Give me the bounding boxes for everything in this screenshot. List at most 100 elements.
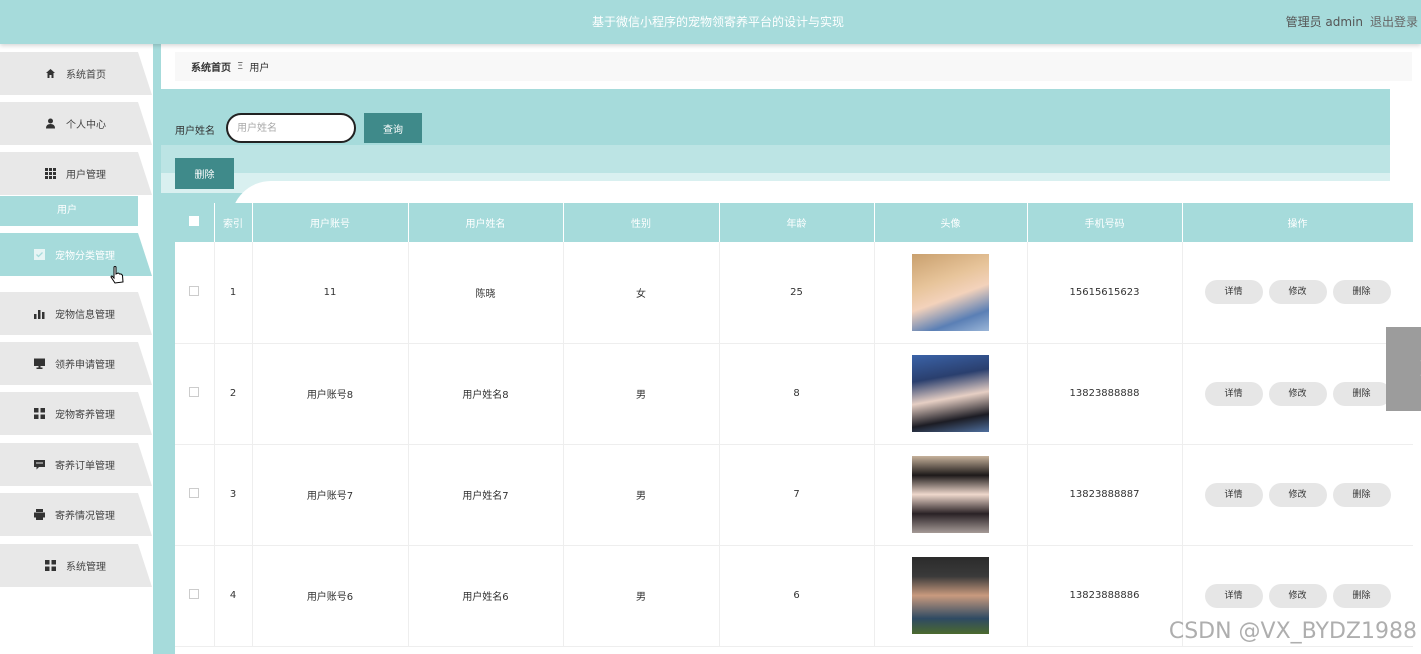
user-table: 索引 用户账号 用户姓名 性别 年龄 头像 手机号码 操作 1 11 陈晓 女 … (175, 203, 1413, 654)
cell-age: 8 (719, 343, 875, 445)
table-header-row: 索引 用户账号 用户姓名 性别 年龄 头像 手机号码 操作 (175, 203, 1413, 242)
sidebar-item-system[interactable]: 系统管理 (0, 544, 152, 587)
sidebar-item-label: 寄养情况管理 (55, 511, 115, 522)
app-title: 基于微信小程序的宠物领寄养平台的设计与实现 (591, 15, 844, 29)
column-header: 用户姓名 (408, 203, 564, 242)
cell-index: 1 (214, 242, 253, 344)
sidebar-item-label: 系统首页 (66, 70, 106, 81)
sidebar-item-label: 宠物分类管理 (55, 251, 115, 262)
detail-button[interactable]: 详情 (1204, 482, 1263, 507)
delete-button[interactable]: 删除 (1332, 381, 1391, 406)
detail-button[interactable]: 详情 (1204, 280, 1263, 305)
cell-account: 用户账号6 (252, 545, 409, 647)
column-header: 头像 (874, 203, 1028, 242)
cell-phone: 13823888887 (1027, 444, 1183, 546)
row-checkbox[interactable] (189, 285, 200, 296)
panel-band (161, 145, 1390, 173)
breadcrumb-current: 用户 (249, 63, 270, 74)
table-row: 2 用户账号8 用户姓名8 男 8 13823888888 详情 修改 删除 (175, 343, 1413, 445)
edit-button[interactable]: 修改 (1268, 583, 1327, 608)
cell-age: 7 (719, 444, 875, 546)
sidebar-item-label: 领养申请管理 (55, 360, 115, 371)
cell-index: 2 (214, 343, 253, 445)
cell-phone: 15615615623 (1027, 242, 1183, 344)
search-input[interactable] (226, 113, 356, 143)
cell-phone: 13823888888 (1027, 343, 1183, 445)
breadcrumb-home[interactable]: 系统首页 (191, 59, 231, 74)
column-header: 性别 (563, 203, 720, 242)
column-header: 手机号码 (1027, 203, 1183, 242)
cell-account: 用户账号8 (252, 343, 409, 445)
cell-name: 用户姓名8 (408, 343, 564, 445)
sidebar-item-home[interactable]: 系统首页 (0, 52, 152, 95)
delete-button[interactable]: 删除 (1332, 583, 1391, 608)
cell-gender: 男 (563, 545, 720, 647)
bar-chart-icon (34, 308, 45, 319)
sidebar-item-adoption[interactable]: 领养申请管理 (0, 342, 152, 385)
cell-phone: 13823888886 (1027, 545, 1183, 647)
table-row: 1 11 陈晓 女 25 15615615623 详情 修改 删除 (175, 242, 1413, 344)
sidebar-item-label: 宠物寄养管理 (55, 410, 115, 421)
column-header: 操作 (1182, 203, 1413, 242)
sidebar-item-pet-category[interactable]: 宠物分类管理 (0, 233, 152, 276)
sidebar-item-foster-order[interactable]: 寄养订单管理 (0, 443, 152, 486)
cell-account: 11 (252, 242, 409, 344)
bulk-delete-button[interactable]: 删除 (175, 158, 234, 189)
cell-name: 陈晓 (408, 242, 564, 344)
printer-icon (34, 509, 45, 520)
table-row: 3 用户账号7 用户姓名7 男 7 13823888887 详情 修改 删除 (175, 444, 1413, 546)
row-checkbox[interactable] (189, 488, 200, 498)
cell-name: 用户姓名7 (408, 444, 564, 546)
row-checkbox[interactable] (189, 589, 200, 599)
search-button[interactable]: 查询 (364, 113, 422, 143)
sidebar-item-label: 系统管理 (66, 562, 106, 573)
sidebar-item-label: 宠物信息管理 (55, 310, 115, 321)
cell-account: 用户账号7 (252, 444, 409, 546)
cell-gender: 男 (563, 343, 720, 445)
detail-button[interactable]: 详情 (1204, 583, 1263, 608)
sidebar-subitem-user[interactable]: 用户 (0, 196, 138, 226)
grid-icon (45, 168, 56, 179)
search-label: 用户姓名 (175, 126, 215, 137)
apps-icon (45, 560, 56, 571)
detail-button[interactable]: 详情 (1204, 381, 1263, 406)
floating-side-tab[interactable] (1386, 327, 1421, 411)
select-all-checkbox[interactable] (189, 216, 200, 226)
logout-link[interactable]: 退出登录 (1370, 13, 1418, 30)
apps-icon (34, 408, 45, 419)
edit-button[interactable]: 修改 (1268, 482, 1327, 507)
avatar (912, 355, 989, 432)
mouse-cursor-icon (110, 266, 124, 284)
cell-name: 用户姓名6 (408, 545, 564, 647)
column-header: 索引 (214, 203, 253, 242)
select-all-cell[interactable] (175, 203, 215, 242)
cell-index: 4 (214, 545, 253, 647)
delete-button[interactable]: 删除 (1332, 482, 1391, 507)
admin-user-label: 管理员 admin (1285, 15, 1363, 29)
monitor-icon (34, 358, 45, 369)
cell-age: 25 (719, 242, 875, 344)
sidebar-item-label: 用户管理 (66, 170, 106, 181)
sidebar-item-profile[interactable]: 个人中心 (0, 102, 152, 145)
sidebar-item-foster-status[interactable]: 寄养情况管理 (0, 493, 152, 536)
avatar (912, 253, 989, 331)
sidebar-item-user-manage[interactable]: 用户管理 (0, 152, 152, 195)
check-square-icon (34, 249, 45, 260)
message-icon (34, 459, 45, 470)
watermark: CSDN @VX_BYDZ1988 (1168, 619, 1417, 644)
content-accent-bar (153, 44, 161, 654)
edit-button[interactable]: 修改 (1268, 280, 1327, 305)
edit-button[interactable]: 修改 (1268, 381, 1327, 406)
row-checkbox[interactable] (189, 387, 200, 397)
delete-button[interactable]: 删除 (1332, 280, 1391, 305)
person-icon (45, 118, 56, 129)
top-header: 基于微信小程序的宠物领寄养平台的设计与实现 管理员 admin 退出登录 (0, 0, 1421, 44)
column-header: 年龄 (719, 203, 875, 242)
sidebar: 系统首页 个人中心 用户管理 用户 宠物分类管理 宠物信息管理 领养申请管理 宠… (0, 44, 153, 654)
sidebar-item-foster[interactable]: 宠物寄养管理 (0, 392, 152, 435)
breadcrumb-separator: Ξ (237, 61, 244, 72)
sidebar-item-label: 个人中心 (66, 120, 106, 131)
cell-index: 3 (214, 444, 253, 546)
sidebar-item-pet-info[interactable]: 宠物信息管理 (0, 292, 152, 335)
home-icon (45, 68, 56, 79)
